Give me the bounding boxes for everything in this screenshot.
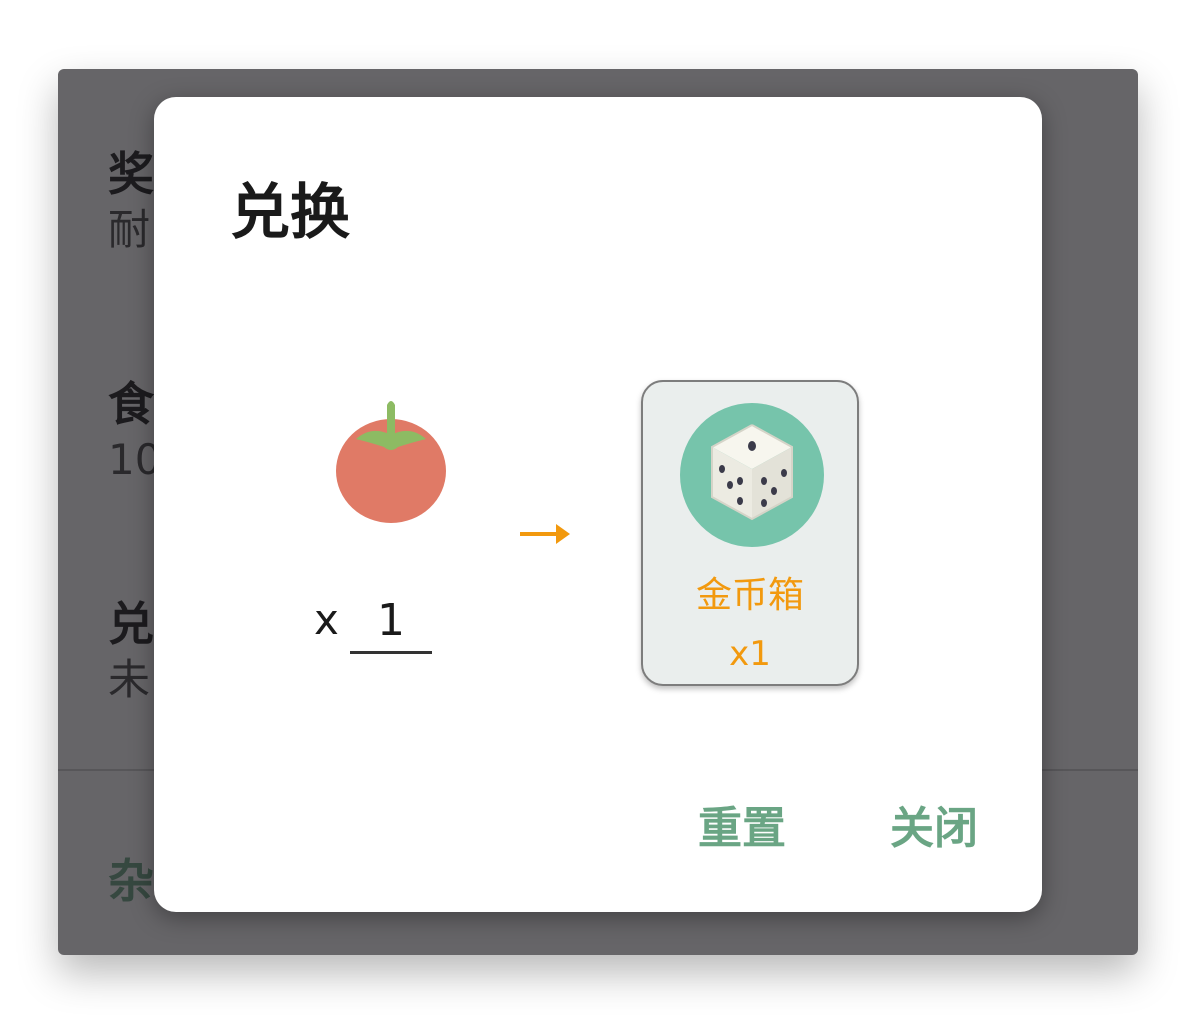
- exchange-dialog: 兑换 x 金币箱 x1 重置 关闭: [154, 97, 1042, 912]
- tomato-icon: [336, 401, 446, 523]
- dialog-title: 兑换: [230, 178, 350, 248]
- arrow-right-icon: [520, 524, 570, 544]
- reward-card[interactable]: 金币箱 x1: [641, 380, 859, 686]
- reset-button[interactable]: 重置: [698, 807, 786, 851]
- quantity-input[interactable]: [350, 589, 432, 654]
- reward-count: x1: [729, 634, 771, 674]
- quantity-prefix: x: [314, 595, 339, 644]
- reward-name: 金币箱: [695, 575, 804, 616]
- close-button[interactable]: 关闭: [890, 807, 978, 851]
- dice-icon: [680, 403, 824, 547]
